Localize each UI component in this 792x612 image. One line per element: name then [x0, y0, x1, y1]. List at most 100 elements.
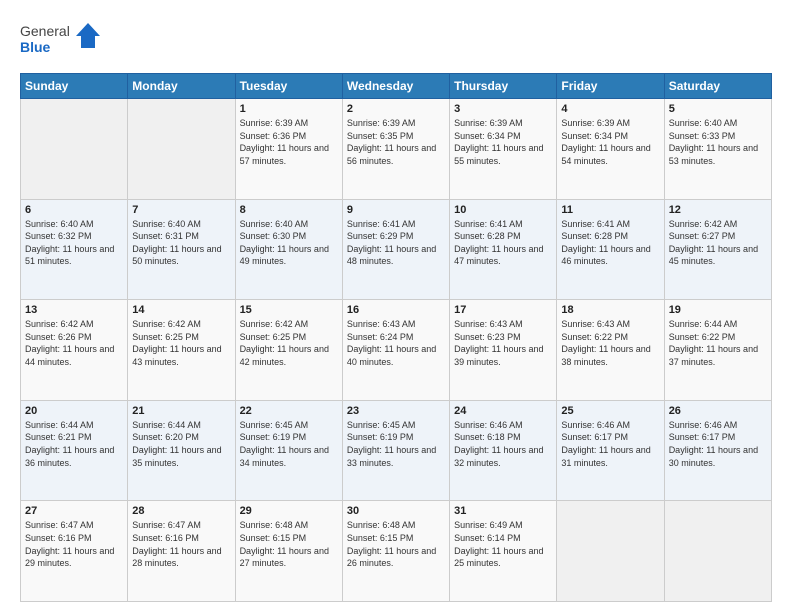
weekday-header: Monday: [128, 74, 235, 99]
day-info: Sunrise: 6:41 AMSunset: 6:29 PMDaylight:…: [347, 218, 445, 268]
day-info: Sunrise: 6:39 AMSunset: 6:35 PMDaylight:…: [347, 117, 445, 167]
day-info: Sunrise: 6:40 AMSunset: 6:33 PMDaylight:…: [669, 117, 767, 167]
calendar-cell: 5 Sunrise: 6:40 AMSunset: 6:33 PMDaylight…: [664, 99, 771, 200]
svg-text:Blue: Blue: [20, 39, 51, 55]
calendar-cell: 26Sunrise: 6:46 AMSunset: 6:17 PMDayligh…: [664, 400, 771, 501]
day-info: Sunrise: 6:47 AMSunset: 6:16 PMDaylight:…: [132, 519, 230, 569]
day-number: 28: [132, 505, 230, 517]
day-number: 30: [347, 505, 445, 517]
day-info: Sunrise: 6:40 AMSunset: 6:31 PMDaylight:…: [132, 218, 230, 268]
calendar-cell: [128, 99, 235, 200]
calendar-cell: 18 Sunrise: 6:43 AMSunset: 6:22 PMDayligh…: [557, 300, 664, 401]
calendar-week-row: 20 Sunrise: 6:44 AMSunset: 6:21 PMDayligh…: [21, 400, 772, 501]
calendar-cell: 11 Sunrise: 6:41 AMSunset: 6:28 PMDayligh…: [557, 199, 664, 300]
calendar-cell: 8 Sunrise: 6:40 AMSunset: 6:30 PMDaylight…: [235, 199, 342, 300]
day-number: 21: [132, 405, 230, 417]
calendar-header-row: SundayMondayTuesdayWednesdayThursdayFrid…: [21, 74, 772, 99]
svg-text:General: General: [20, 23, 70, 39]
calendar-cell: 20 Sunrise: 6:44 AMSunset: 6:21 PMDayligh…: [21, 400, 128, 501]
day-number: 31: [454, 505, 552, 517]
day-info: Sunrise: 6:39 AMSunset: 6:34 PMDaylight:…: [454, 117, 552, 167]
day-number: 18: [561, 304, 659, 316]
day-number: 5: [669, 103, 767, 115]
weekday-header: Wednesday: [342, 74, 449, 99]
calendar-cell: 10 Sunrise: 6:41 AMSunset: 6:28 PMDayligh…: [450, 199, 557, 300]
day-info: Sunrise: 6:40 AMSunset: 6:32 PMDaylight:…: [25, 218, 123, 268]
day-info: Sunrise: 6:44 AMSunset: 6:21 PMDaylight:…: [25, 419, 123, 469]
calendar-cell: 19 Sunrise: 6:44 AMSunset: 6:22 PMDayligh…: [664, 300, 771, 401]
weekday-header: Tuesday: [235, 74, 342, 99]
day-info: Sunrise: 6:43 AMSunset: 6:22 PMDaylight:…: [561, 318, 659, 368]
day-info: Sunrise: 6:48 AMSunset: 6:15 PMDaylight:…: [347, 519, 445, 569]
day-info: Sunrise: 6:45 AMSunset: 6:19 PMDaylight:…: [240, 419, 338, 469]
day-number: 7: [132, 204, 230, 216]
day-info: Sunrise: 6:47 AMSunset: 6:16 PMDaylight:…: [25, 519, 123, 569]
day-number: 8: [240, 204, 338, 216]
calendar-cell: 3Sunrise: 6:39 AMSunset: 6:34 PMDaylight…: [450, 99, 557, 200]
day-info: Sunrise: 6:43 AMSunset: 6:24 PMDaylight:…: [347, 318, 445, 368]
day-info: Sunrise: 6:46 AMSunset: 6:18 PMDaylight:…: [454, 419, 552, 469]
weekday-header: Sunday: [21, 74, 128, 99]
calendar-cell: 17 Sunrise: 6:43 AMSunset: 6:23 PMDayligh…: [450, 300, 557, 401]
day-number: 6: [25, 204, 123, 216]
calendar-cell: 15 Sunrise: 6:42 AMSunset: 6:25 PMDayligh…: [235, 300, 342, 401]
day-number: 11: [561, 204, 659, 216]
calendar-cell: 31 Sunrise: 6:49 AMSunset: 6:14 PMDayligh…: [450, 501, 557, 602]
calendar-cell: 1Sunrise: 6:39 AMSunset: 6:36 PMDaylight…: [235, 99, 342, 200]
day-info: Sunrise: 6:40 AMSunset: 6:30 PMDaylight:…: [240, 218, 338, 268]
calendar-week-row: 13Sunrise: 6:42 AMSunset: 6:26 PMDayligh…: [21, 300, 772, 401]
day-info: Sunrise: 6:42 AMSunset: 6:25 PMDaylight:…: [240, 318, 338, 368]
day-number: 17: [454, 304, 552, 316]
calendar-cell: 25Sunrise: 6:46 AMSunset: 6:17 PMDayligh…: [557, 400, 664, 501]
calendar-cell: 30 Sunrise: 6:48 AMSunset: 6:15 PMDayligh…: [342, 501, 449, 602]
day-number: 22: [240, 405, 338, 417]
calendar-cell: 7 Sunrise: 6:40 AMSunset: 6:31 PMDaylight…: [128, 199, 235, 300]
day-number: 14: [132, 304, 230, 316]
day-info: Sunrise: 6:43 AMSunset: 6:23 PMDaylight:…: [454, 318, 552, 368]
day-number: 16: [347, 304, 445, 316]
day-info: Sunrise: 6:45 AMSunset: 6:19 PMDaylight:…: [347, 419, 445, 469]
day-info: Sunrise: 6:44 AMSunset: 6:22 PMDaylight:…: [669, 318, 767, 368]
weekday-header: Thursday: [450, 74, 557, 99]
calendar-cell: 29Sunrise: 6:48 AMSunset: 6:15 PMDayligh…: [235, 501, 342, 602]
day-info: Sunrise: 6:44 AMSunset: 6:20 PMDaylight:…: [132, 419, 230, 469]
calendar-week-row: 1Sunrise: 6:39 AMSunset: 6:36 PMDaylight…: [21, 99, 772, 200]
calendar-week-row: 6 Sunrise: 6:40 AMSunset: 6:32 PMDaylight…: [21, 199, 772, 300]
calendar-cell: 6 Sunrise: 6:40 AMSunset: 6:32 PMDaylight…: [21, 199, 128, 300]
header: General Blue: [20, 18, 772, 63]
day-number: 4: [561, 103, 659, 115]
calendar-cell: 4 Sunrise: 6:39 AMSunset: 6:34 PMDaylight…: [557, 99, 664, 200]
day-number: 27: [25, 505, 123, 517]
day-number: 19: [669, 304, 767, 316]
calendar-cell: 13Sunrise: 6:42 AMSunset: 6:26 PMDayligh…: [21, 300, 128, 401]
day-number: 15: [240, 304, 338, 316]
day-number: 20: [25, 405, 123, 417]
day-info: Sunrise: 6:42 AMSunset: 6:25 PMDaylight:…: [132, 318, 230, 368]
day-number: 26: [669, 405, 767, 417]
calendar: SundayMondayTuesdayWednesdayThursdayFrid…: [20, 73, 772, 602]
calendar-cell: 16 Sunrise: 6:43 AMSunset: 6:24 PMDayligh…: [342, 300, 449, 401]
calendar-cell: [664, 501, 771, 602]
weekday-header: Saturday: [664, 74, 771, 99]
day-info: Sunrise: 6:49 AMSunset: 6:14 PMDaylight:…: [454, 519, 552, 569]
day-number: 2: [347, 103, 445, 115]
calendar-cell: 27 Sunrise: 6:47 AMSunset: 6:16 PMDayligh…: [21, 501, 128, 602]
calendar-cell: 22 Sunrise: 6:45 AMSunset: 6:19 PMDayligh…: [235, 400, 342, 501]
logo: General Blue: [20, 18, 110, 63]
day-number: 9: [347, 204, 445, 216]
day-number: 10: [454, 204, 552, 216]
day-info: Sunrise: 6:42 AMSunset: 6:26 PMDaylight:…: [25, 318, 123, 368]
day-number: 23: [347, 405, 445, 417]
calendar-cell: 23 Sunrise: 6:45 AMSunset: 6:19 PMDayligh…: [342, 400, 449, 501]
calendar-cell: 14 Sunrise: 6:42 AMSunset: 6:25 PMDayligh…: [128, 300, 235, 401]
day-info: Sunrise: 6:41 AMSunset: 6:28 PMDaylight:…: [454, 218, 552, 268]
logo-text: General Blue: [20, 18, 110, 63]
day-info: Sunrise: 6:39 AMSunset: 6:36 PMDaylight:…: [240, 117, 338, 167]
calendar-cell: 9 Sunrise: 6:41 AMSunset: 6:29 PMDaylight…: [342, 199, 449, 300]
day-info: Sunrise: 6:41 AMSunset: 6:28 PMDaylight:…: [561, 218, 659, 268]
weekday-header: Friday: [557, 74, 664, 99]
calendar-cell: [21, 99, 128, 200]
calendar-week-row: 27 Sunrise: 6:47 AMSunset: 6:16 PMDayligh…: [21, 501, 772, 602]
day-info: Sunrise: 6:39 AMSunset: 6:34 PMDaylight:…: [561, 117, 659, 167]
day-info: Sunrise: 6:46 AMSunset: 6:17 PMDaylight:…: [561, 419, 659, 469]
